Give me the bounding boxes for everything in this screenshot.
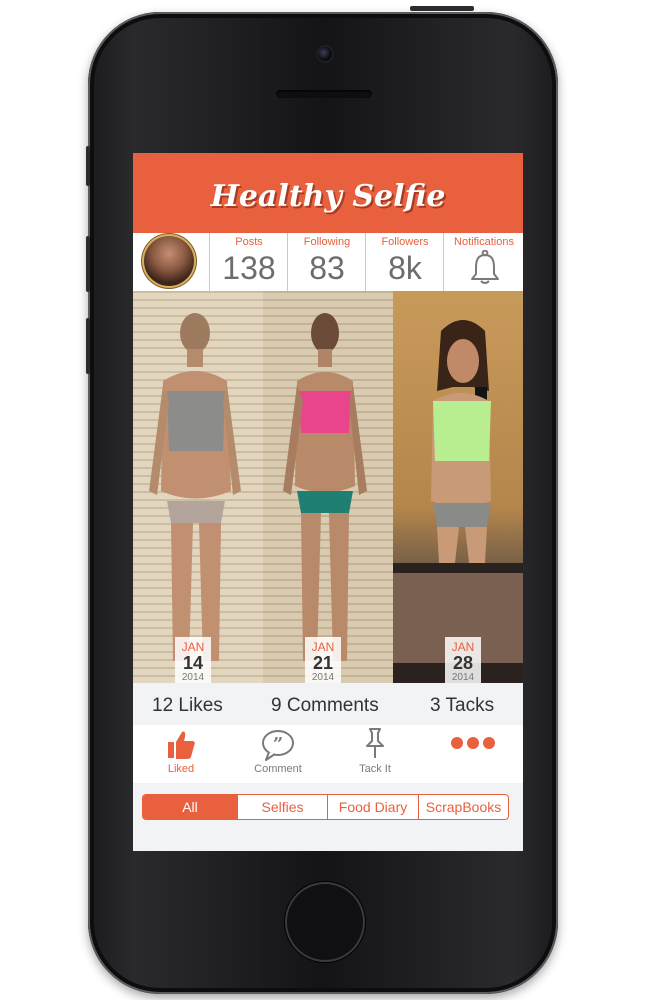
action-bar: Liked ” Comment Tack It <box>133 725 523 783</box>
selfie-photo-strip: JAN 14 2014 JAN 21 2014 JAN 28 2014 <box>133 291 523 683</box>
tab-all[interactable]: All <box>143 795 237 819</box>
date-year: 2014 <box>311 672 335 683</box>
app-title: Healthy Selfie <box>210 179 446 214</box>
tab-food-diary[interactable]: Food Diary <box>327 795 418 819</box>
date-month: JAN <box>311 640 335 654</box>
tab-selfies[interactable]: Selfies <box>237 795 327 819</box>
comment-button[interactable]: ” Comment <box>238 725 318 783</box>
avatar[interactable] <box>144 236 194 286</box>
date-month: JAN <box>181 640 205 654</box>
stat-notifications[interactable]: Notifications <box>443 233 523 291</box>
date-tag: JAN 21 2014 <box>305 637 341 683</box>
tacks-count[interactable]: 3 Tacks <box>430 695 494 717</box>
stat-value: 8k <box>388 250 422 286</box>
stat-posts[interactable]: Posts 138 <box>209 233 288 291</box>
filter-tabs: All Selfies Food Diary ScrapBooks <box>142 794 509 820</box>
stat-label: Followers <box>381 236 429 248</box>
tab-scrapbooks[interactable]: ScrapBooks <box>418 795 508 819</box>
power-button <box>410 6 474 11</box>
app-screen: Healthy Selfie Posts 138 Following 83 Fo… <box>133 153 523 851</box>
stat-label: Posts <box>235 236 263 248</box>
stat-following[interactable]: Following 83 <box>287 233 366 291</box>
comment-label: Comment <box>254 763 302 775</box>
tack-it-button[interactable]: Tack It <box>335 725 415 783</box>
svg-text:”: ” <box>273 734 283 755</box>
speech-bubble-icon: ” <box>262 730 294 761</box>
stat-label: Following <box>303 236 351 248</box>
front-camera <box>318 47 332 61</box>
comments-count[interactable]: 9 Comments <box>271 695 379 717</box>
selfie-photo[interactable]: JAN 14 2014 <box>133 291 263 683</box>
tack-it-label: Tack It <box>359 763 391 775</box>
stat-label: Notifications <box>454 236 514 248</box>
person-silhouette <box>283 313 367 661</box>
date-year: 2014 <box>181 672 205 683</box>
more-dots-icon <box>451 737 495 749</box>
app-header: Healthy Selfie <box>133 153 523 233</box>
profile-stats-bar: Posts 138 Following 83 Followers 8k Noti… <box>133 233 523 291</box>
mute-switch <box>86 146 90 186</box>
bell-icon <box>471 250 499 284</box>
date-day: 28 <box>452 653 474 673</box>
engagement-counts: 12 Likes 9 Comments 3 Tacks <box>133 683 523 725</box>
date-tag: JAN 14 2014 <box>175 637 211 683</box>
volume-up-button <box>86 236 90 292</box>
likes-count[interactable]: 12 Likes <box>152 695 223 717</box>
pushpin-icon <box>366 728 384 758</box>
selfie-photo[interactable]: JAN 21 2014 <box>263 291 393 683</box>
volume-down-button <box>86 318 90 374</box>
stat-value: 83 <box>309 250 345 286</box>
stat-followers[interactable]: Followers 8k <box>365 233 444 291</box>
home-button[interactable] <box>285 882 365 962</box>
liked-button[interactable]: Liked <box>141 725 221 783</box>
thumbs-up-icon <box>168 731 195 759</box>
selfie-photo[interactable]: JAN 28 2014 <box>393 291 523 683</box>
date-day: 14 <box>182 653 204 673</box>
date-year: 2014 <box>451 672 475 683</box>
liked-label: Liked <box>167 763 195 775</box>
date-day: 21 <box>312 653 334 673</box>
person-silhouette <box>393 320 523 683</box>
earpiece-speaker <box>276 90 372 98</box>
person-silhouette <box>149 313 241 661</box>
date-month: JAN <box>451 640 475 654</box>
stat-value: 138 <box>222 250 276 286</box>
more-button[interactable] <box>433 725 513 783</box>
date-tag: JAN 28 2014 <box>445 637 481 683</box>
